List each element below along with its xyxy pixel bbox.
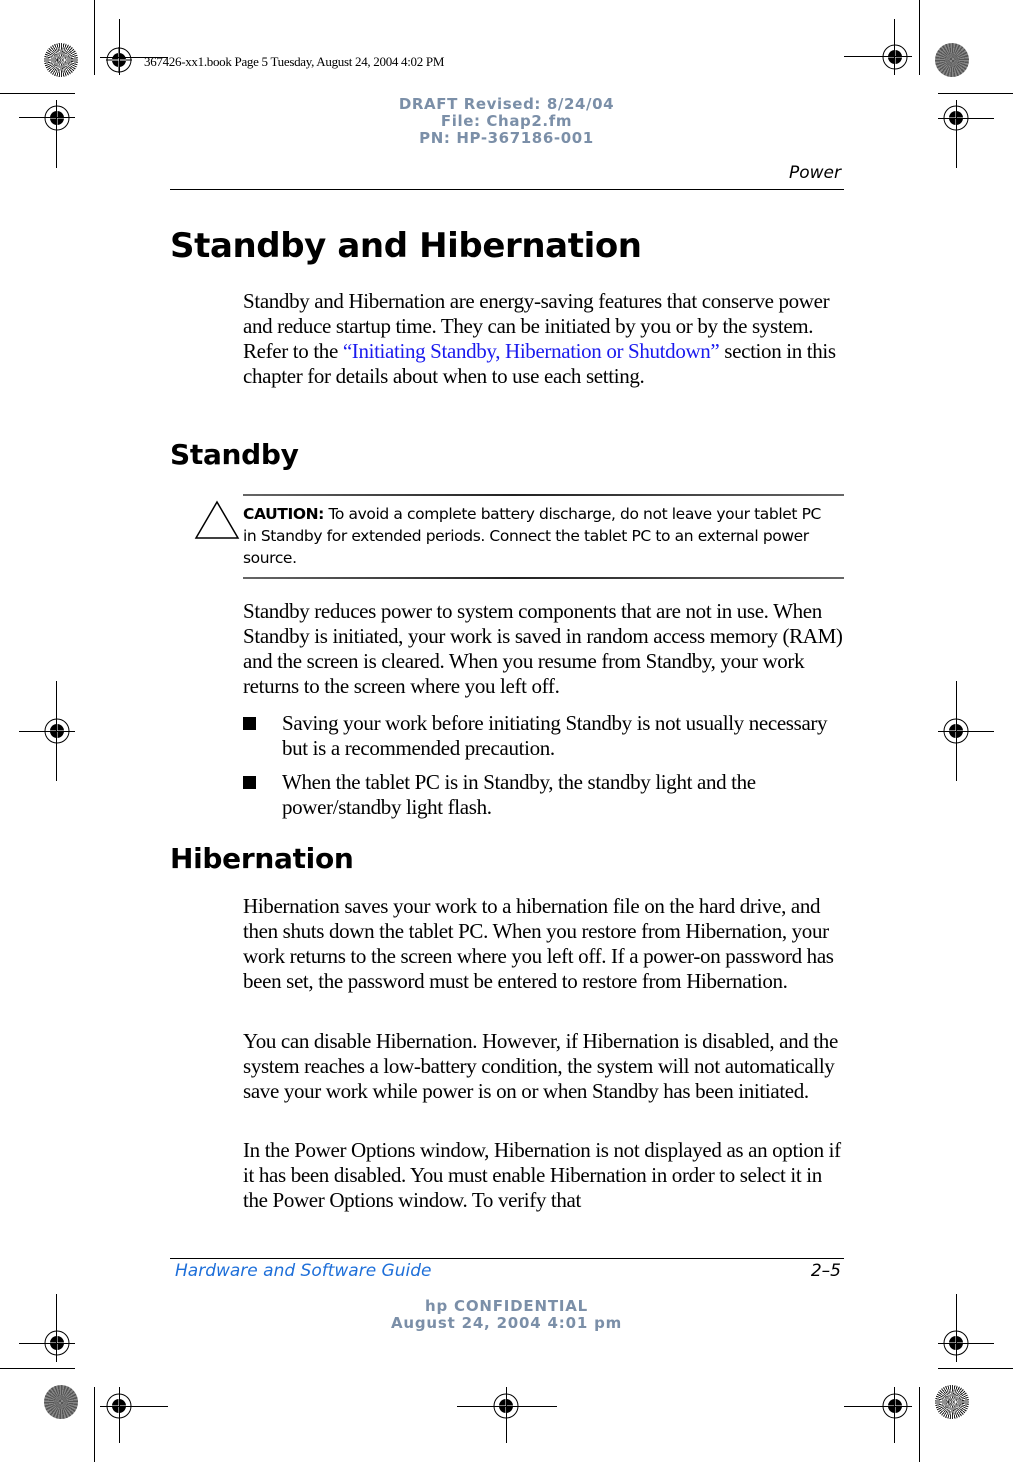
- crop-mark: [0, 1368, 75, 1369]
- draft-revised-line: DRAFT Revised: 8/24/04: [398, 95, 615, 113]
- caution-text: CAUTION: To avoid a complete battery dis…: [243, 503, 833, 569]
- guide-title: Hardware and Software Guide: [175, 1261, 432, 1281]
- book-info-line: 367426-xx1.book Page 5 Tuesday, August 2…: [144, 54, 445, 69]
- crop-mark: [844, 56, 912, 57]
- confidential-date: August 24, 2004 4:01 pm: [390, 1314, 623, 1332]
- header-rule: [170, 189, 844, 190]
- crop-mark: [0, 93, 75, 94]
- caution-top-rule: [243, 494, 844, 496]
- section-title: Standby and Hibernation: [170, 226, 642, 266]
- caution-bottom-rule: [243, 577, 844, 579]
- crop-mark: [938, 1368, 1013, 1369]
- page-number: 2–5: [810, 1261, 841, 1281]
- bullet-square-icon: [243, 776, 256, 789]
- crop-mark: [938, 1343, 994, 1344]
- crop-mark: [894, 1387, 895, 1443]
- crop-mark: [100, 1406, 168, 1407]
- crop-mark: [844, 1406, 912, 1407]
- crop-mark: [919, 1387, 920, 1462]
- hibernation-heading: Hibernation: [170, 842, 354, 875]
- confidential-stamp: hp CONFIDENTIAL August 24, 2004 4:01 pm: [0, 1298, 1013, 1332]
- crop-mark: [94, 1387, 95, 1462]
- crop-mark: [919, 0, 920, 75]
- bullet-text: When the tablet PC is in Standby, the st…: [282, 770, 756, 819]
- draft-stamp: DRAFT Revised: 8/24/04 File: Chap2.fm PN…: [0, 96, 1013, 147]
- draft-file-line: File: Chap2.fm: [440, 112, 573, 130]
- crop-mark: [938, 93, 1013, 94]
- bullet-square-icon: [243, 717, 256, 730]
- intro-paragraph: Standby and Hibernation are energy-savin…: [243, 289, 847, 389]
- crop-mark: [894, 19, 895, 75]
- caution-triangle-icon: [194, 500, 240, 539]
- crop-mark: [19, 731, 75, 732]
- crop-mark: [119, 1387, 120, 1443]
- caution-message: To avoid a complete battery discharge, d…: [243, 505, 821, 567]
- caution-box: CAUTION: To avoid a complete battery dis…: [243, 494, 844, 579]
- hibernation-paragraph: In the Power Options window, Hibernation…: [243, 1138, 841, 1212]
- crop-mark: [938, 731, 994, 732]
- hibernation-paragraph: You can disable Hibernation. However, if…: [243, 1029, 838, 1103]
- crop-mark: [94, 0, 95, 75]
- running-head: Power: [788, 163, 841, 183]
- standby-paragraph: Standby reduces power to system componen…: [243, 599, 843, 698]
- crop-mark: [457, 1406, 557, 1407]
- footer-rule: [170, 1258, 844, 1259]
- confidential-label: hp CONFIDENTIAL: [424, 1297, 588, 1315]
- color-rosette-mark: [44, 1385, 78, 1419]
- hibernation-paragraph: Hibernation saves your work to a hiberna…: [243, 894, 834, 993]
- registration-mark-icon: [882, 44, 908, 70]
- cross-reference-link[interactable]: “Initiating Standby, Hibernation or Shut…: [343, 339, 720, 363]
- color-rosette-mark: [44, 43, 78, 77]
- crop-mark: [19, 1343, 75, 1344]
- color-rosette-mark: [935, 43, 969, 77]
- caution-label: CAUTION:: [243, 505, 324, 523]
- draft-pn-line: PN: HP-367186-001: [419, 129, 594, 147]
- color-rosette-mark: [935, 1385, 969, 1419]
- standby-heading: Standby: [170, 438, 299, 471]
- bullet-text: Saving your work before initiating Stand…: [282, 711, 828, 760]
- crop-mark: [506, 1387, 507, 1443]
- crop-mark: [119, 19, 120, 75]
